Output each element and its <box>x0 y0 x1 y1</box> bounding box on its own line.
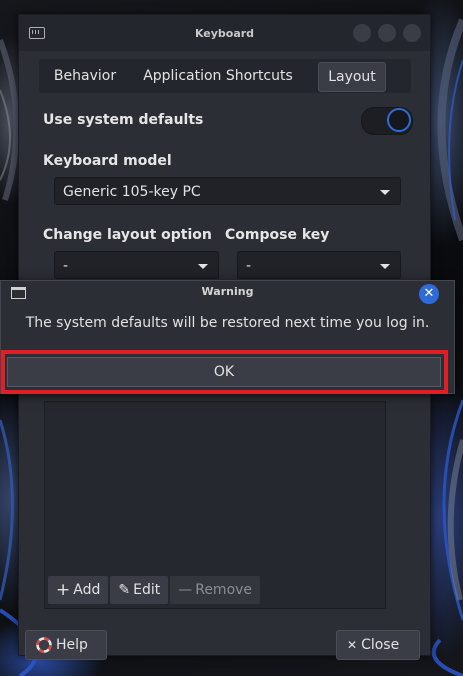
keyboard-model-combo[interactable]: Generic 105-key PC <box>54 177 401 205</box>
dropdown-arrow-icon <box>380 264 390 269</box>
plus-icon: + <box>56 580 71 600</box>
warning-dialog: Warning ✕ The system defaults will be re… <box>0 280 455 394</box>
use-system-defaults-label: Use system defaults <box>43 112 204 128</box>
edit-label: Edit <box>133 582 161 598</box>
dialog-title: Warning <box>201 285 254 298</box>
close-label: Close <box>361 637 400 653</box>
keyboard-model-value: Generic 105-key PC <box>63 184 201 200</box>
tab-bar: Behavior Application Shortcuts Layout <box>39 59 411 93</box>
change-layout-option-value: - <box>63 258 69 274</box>
remove-label: Remove <box>195 582 253 598</box>
use-system-defaults-switch[interactable] <box>361 107 413 135</box>
dropdown-arrow-icon <box>198 264 208 269</box>
compose-key-label: Compose key <box>225 227 330 243</box>
minimize-button[interactable] <box>353 24 371 42</box>
change-layout-option-combo[interactable]: - <box>54 251 219 279</box>
close-button[interactable]: ✕ Close <box>336 630 420 660</box>
switch-knob <box>387 108 411 132</box>
add-button[interactable]: + Add <box>48 576 109 604</box>
change-layout-option-label: Change layout option <box>43 227 212 243</box>
window-close-button[interactable] <box>403 24 421 42</box>
compose-key-value: - <box>246 258 252 274</box>
compose-key-combo[interactable]: - <box>237 251 401 279</box>
dialog-message: The system defaults will be restored nex… <box>25 315 430 331</box>
tab-behavior[interactable]: Behavior <box>43 62 127 90</box>
window-titlebar[interactable]: Keyboard <box>19 15 430 51</box>
close-x-icon: ✕ <box>347 638 358 652</box>
edit-button[interactable]: ✎ Edit <box>110 576 169 604</box>
dropdown-arrow-icon <box>380 190 390 195</box>
tab-application-shortcuts[interactable]: Application Shortcuts <box>133 62 303 90</box>
add-label: Add <box>73 582 101 598</box>
tab-layout[interactable]: Layout <box>318 62 386 92</box>
ok-button[interactable]: OK <box>7 357 441 387</box>
layout-list-toolbar: + Add ✎ Edit — Remove <box>48 576 261 604</box>
remove-button[interactable]: — Remove <box>170 576 261 604</box>
help-button[interactable]: Help <box>25 630 107 660</box>
dialog-close-icon[interactable]: ✕ <box>419 284 439 304</box>
minus-icon: — <box>178 582 193 598</box>
keyboard-model-label: Keyboard model <box>43 153 172 169</box>
keyboard-icon <box>29 27 45 39</box>
maximize-button[interactable] <box>378 24 396 42</box>
lifebuoy-icon <box>36 637 52 653</box>
pencil-icon: ✎ <box>118 582 131 598</box>
help-label: Help <box>56 637 88 653</box>
window-title: Keyboard <box>194 26 255 40</box>
